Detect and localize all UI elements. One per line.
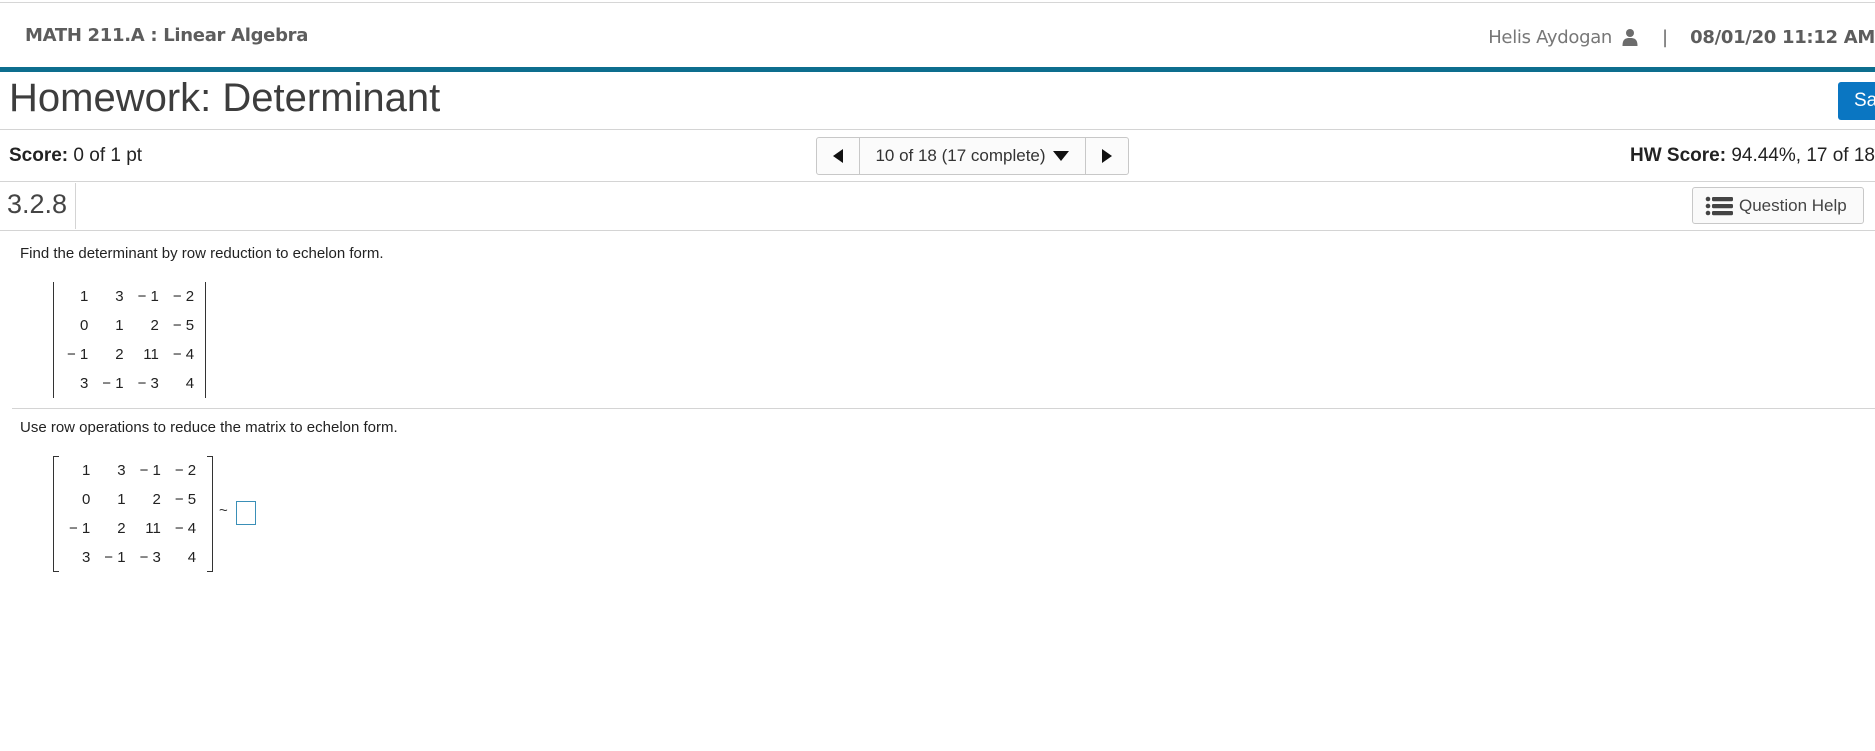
question-pager: 10 of 18 (17 complete): [816, 137, 1129, 175]
divider: [12, 408, 1875, 409]
matrix-cell: − 3: [137, 375, 159, 392]
equivalence-tilde: ~: [219, 502, 228, 519]
matrix-cell: 1: [81, 462, 91, 479]
determinant-left-bar: [53, 282, 54, 398]
pager-text: 10 of 18 (17 complete): [875, 146, 1046, 165]
matrix-cell: − 3: [139, 549, 161, 566]
matrix-left-bracket: [53, 456, 59, 572]
matrix-cell: 1: [115, 317, 124, 334]
instruction-find-determinant: Find the determinant by row reduction to…: [20, 245, 384, 262]
matrix-cell: 1: [117, 491, 126, 508]
instruction-row-operations: Use row operations to reduce the matrix …: [20, 419, 398, 436]
matrix-cell: − 5: [172, 317, 195, 334]
matrix-cell: − 1: [137, 288, 159, 305]
page-title: Homework: Determinant: [9, 76, 441, 120]
matrix-cell: − 4: [172, 346, 195, 363]
user-icon: [1622, 28, 1640, 46]
next-question-button[interactable]: [1085, 138, 1128, 174]
matrix-cell: 4: [185, 375, 195, 392]
score: Score: 0 of 1 pt: [9, 145, 142, 167]
course-header: MATH 211.A : Linear Algebra Helis Aydoga…: [0, 3, 1875, 72]
matrix-cell: − 1: [67, 346, 89, 363]
matrix-cell: − 1: [104, 549, 126, 566]
determinant-right-bar: [205, 282, 206, 398]
question-selector[interactable]: 10 of 18 (17 complete): [860, 138, 1085, 174]
triangle-right-icon: [1102, 149, 1112, 163]
matrix-cell: − 5: [174, 491, 197, 508]
matrix-cell: 1: [79, 288, 89, 305]
triangle-left-icon: [833, 149, 843, 163]
divider: [0, 181, 1875, 182]
previous-question-button[interactable]: [817, 138, 860, 174]
matrix-cell: 3: [79, 375, 89, 392]
divider: [0, 129, 1875, 130]
row-reduction-table: 1 3 − 1 − 2 0 1 2 − 5 − 1 2 11 − 4 3 − 1 − 3 4: [61, 456, 202, 572]
matrix-cell: 2: [117, 520, 126, 537]
question-help-label: Question Help: [1739, 195, 1847, 215]
hw-score-label: HW Score:: [1629, 145, 1727, 166]
matrix-cell: 2: [115, 346, 124, 363]
matrix-cell: − 1: [69, 520, 91, 537]
matrix-cell: 11: [143, 346, 159, 363]
question-number-separator: [75, 183, 76, 229]
matrix-cell: 3: [115, 288, 124, 305]
datetime: 08/01/20 11:12 AM: [1690, 26, 1875, 48]
matrix-cell: 2: [150, 317, 159, 334]
user-area: Helis Aydogan | 08/01/20 11:12 AM: [1488, 24, 1875, 50]
matrix-cell: − 1: [139, 462, 161, 479]
question-number: 3.2.8: [7, 189, 68, 219]
hw-score: HW Score: 94.44%, 17 of 18: [1630, 145, 1875, 167]
course-title[interactable]: MATH 211.A : Linear Algebra: [25, 25, 308, 46]
list-icon: [1705, 196, 1733, 215]
question-help-button[interactable]: Question Help: [1692, 187, 1864, 224]
matrix-cell: 2: [152, 491, 161, 508]
matrix-right-bracket: [207, 456, 213, 572]
answer-matrix-input[interactable]: [236, 501, 256, 525]
matrix-cell: 11: [145, 520, 161, 537]
matrix-cell: − 2: [174, 462, 197, 479]
matrix-cell: 4: [187, 549, 197, 566]
hw-score-value: 94.44%, 17 of 18: [1731, 145, 1875, 166]
matrix-cell: 0: [81, 491, 91, 508]
determinant-table: 1 3 − 1 − 2 0 1 2 − 5 − 1 2 11 − 4 3 − 1 − 3 4: [59, 282, 200, 398]
score-value: 0 of 1 pt: [73, 145, 143, 166]
user-name[interactable]: Helis Aydogan: [1488, 27, 1612, 48]
matrix-cell: − 1: [102, 375, 124, 392]
matrix-cell: 3: [81, 549, 91, 566]
triangle-down-icon: [1052, 151, 1069, 161]
matrix-cell: − 4: [174, 520, 197, 537]
matrix-cell: 3: [117, 462, 126, 479]
header-separator: |: [1662, 26, 1669, 48]
matrix-cell: − 2: [172, 288, 195, 305]
save-button[interactable]: Sa: [1838, 82, 1875, 120]
score-label: Score:: [9, 145, 69, 166]
divider: [0, 230, 1875, 231]
matrix-cell: 0: [79, 317, 89, 334]
